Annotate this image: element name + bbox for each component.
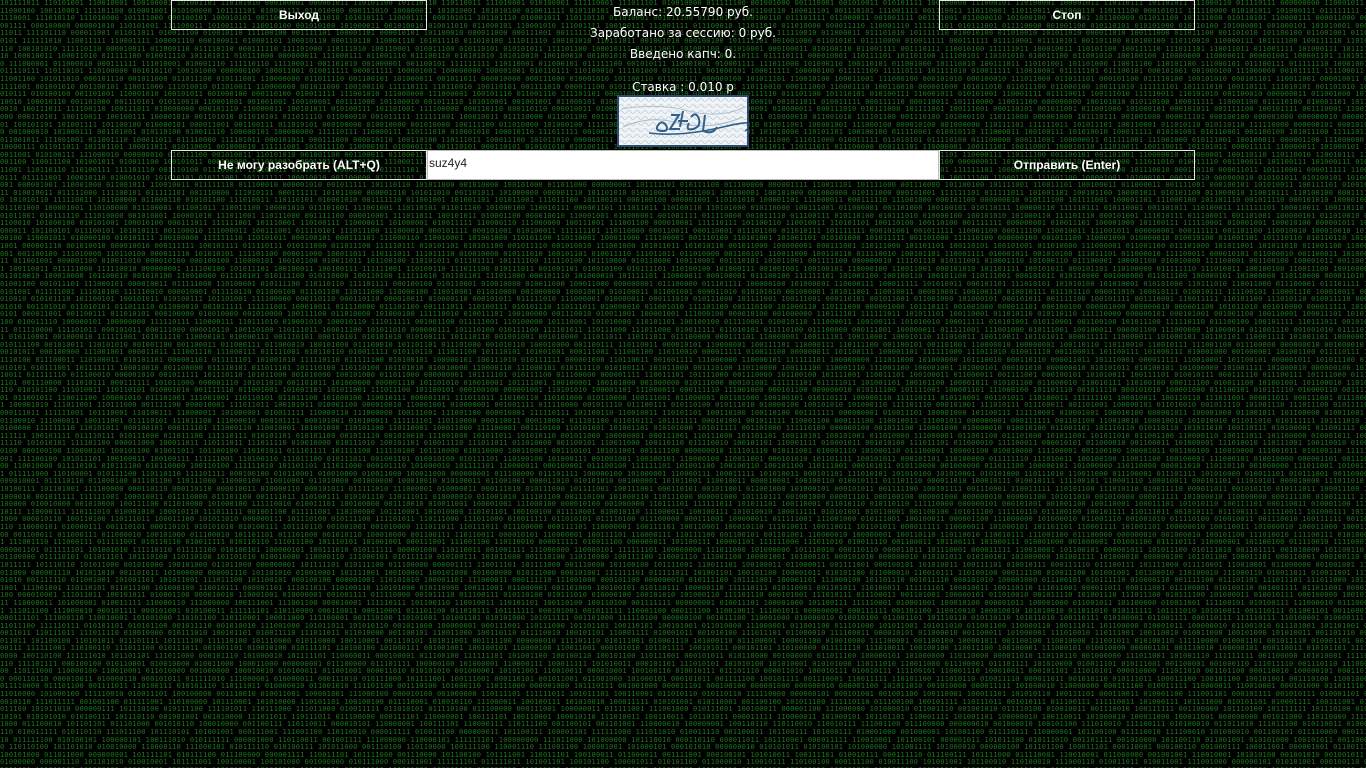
rate-text: Ставка : 0.010 р: [632, 80, 734, 94]
stop-button[interactable]: Стоп: [939, 0, 1195, 30]
submit-button[interactable]: Отправить (Enter): [939, 150, 1195, 180]
captcha-answer-input[interactable]: [427, 150, 939, 180]
captcha-picture: [619, 97, 747, 145]
exit-button[interactable]: Выход: [171, 0, 427, 30]
captcha-count-text: Введено капч: 0.: [629, 47, 737, 61]
session-earnings-text: Заработано за сессию: 0 руб.: [590, 26, 776, 40]
captcha-image: [617, 95, 749, 147]
balance-text: Баланс: 20.55790 руб.: [613, 5, 753, 19]
cant-solve-button[interactable]: Не могу разобрать (ALT+Q): [171, 150, 427, 180]
